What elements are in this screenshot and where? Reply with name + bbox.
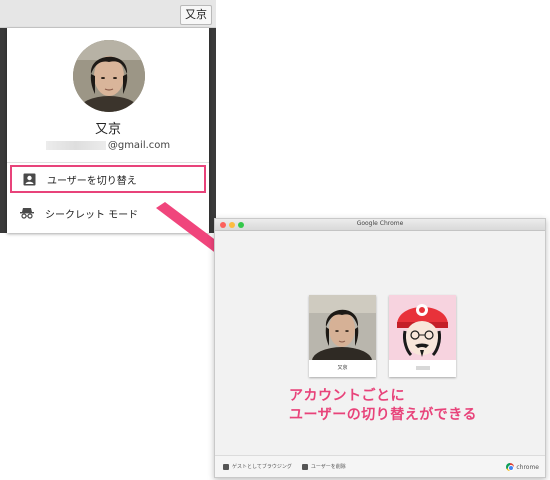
window-title: Google Chrome [356,220,404,227]
user-illustration [389,295,456,360]
remove-user-button[interactable]: ユーザーを削除 [301,463,346,470]
switch-user-menu-item[interactable]: ユーザーを切り替え [10,165,206,193]
email-redacted [45,140,106,150]
browse-as-guest-button[interactable]: ゲストとしてブラウジング [223,463,292,470]
incognito-icon [20,206,34,220]
profile-user-name: 又京 [94,122,121,137]
background-page-left [0,28,7,233]
profile-name-button[interactable]: 又京 [180,5,212,25]
caption-line: ユーザーの切り替えができる [289,407,477,423]
chrome-brand: chrome [506,463,539,471]
profile-avatar [73,40,145,112]
guest-label: ゲストとしてブラウジング [232,464,292,470]
chrome-brand-label: chrome [516,463,539,471]
switch-user-label: ユーザーを切り替え [47,175,137,187]
annotation-caption: アカウントごとに ユーザーの切り替えができる [289,387,477,425]
profile-email: @gmail.com [7,140,209,151]
remove-user-label: ユーザーを削除 [310,464,346,470]
person-icon [22,172,36,186]
user-card-name [389,360,456,377]
remove-user-icon [301,463,308,470]
incognito-label: シークレット モード [45,209,139,221]
menu-divider [7,162,209,163]
user-card[interactable]: 又京 [309,295,376,377]
chrome-user-manager-window: Google Chrome 又京 アカウントごとに ユーザーの切り替えができる … [214,218,546,478]
name-redacted [415,365,430,370]
user-card[interactable] [389,295,456,377]
caption-line: アカウントごとに [289,388,405,404]
browser-toolbar: 又京 [0,0,216,28]
user-photo [309,295,376,360]
user-card-name: 又京 [337,365,348,371]
email-suffix: @gmail.com [107,140,171,151]
chrome-logo-icon [506,463,515,471]
window-titlebar: Google Chrome [215,219,545,231]
window-footer: ゲストとしてブラウジング ユーザーを削除 chrome [215,455,545,477]
guest-icon [223,463,229,470]
